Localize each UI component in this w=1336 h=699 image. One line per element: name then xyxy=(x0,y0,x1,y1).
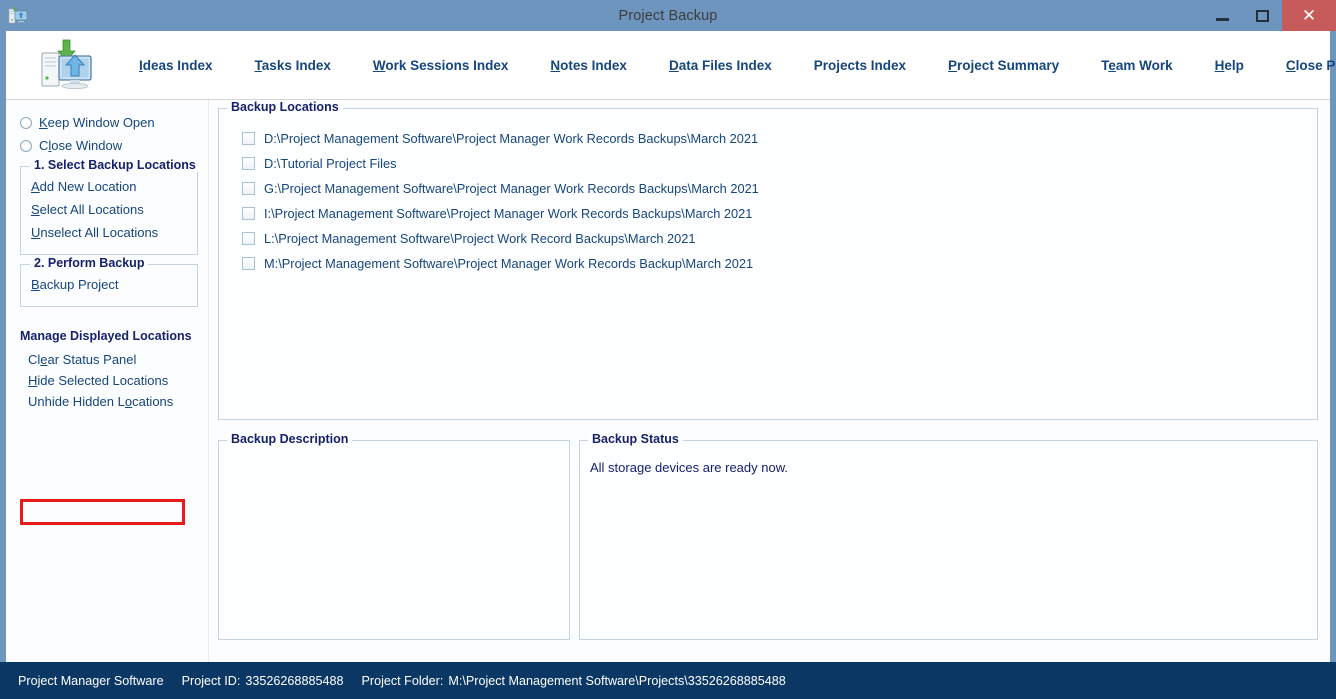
checkbox-icon[interactable] xyxy=(242,157,255,170)
radio-label: Keep Window Open xyxy=(39,115,155,130)
panel-top-border xyxy=(580,440,1317,441)
backup-description-value xyxy=(219,456,569,460)
main-menu: Ideas Index Tasks Index Work Sessions In… xyxy=(118,52,1336,79)
link-backup-project[interactable]: Backup Project xyxy=(21,273,197,296)
content-area: Backup Locations D:\Project Management S… xyxy=(209,100,1330,662)
location-path: G:\Project Management Software\Project M… xyxy=(264,181,759,196)
menu-item-notes-index[interactable]: Notes Index xyxy=(529,52,648,79)
menu-item-project-summary[interactable]: Project Summary xyxy=(927,52,1080,79)
manage-locations-heading: Manage Displayed Locations xyxy=(20,329,192,343)
link-clear-status-panel[interactable]: Clear Status Panel xyxy=(6,349,208,370)
group-title: 1. Select Backup Locations xyxy=(30,158,200,172)
title-bar: Project Backup ✕ xyxy=(0,0,1336,31)
body-area: Keep Window Open Close Window 1. Select … xyxy=(6,100,1330,662)
location-path: L:\Project Management Software\Project W… xyxy=(264,231,696,246)
link-unselect-all-locations[interactable]: Unselect All Locations xyxy=(21,221,197,244)
radio-keep-window-open[interactable]: Keep Window Open xyxy=(6,111,208,134)
radio-button-icon xyxy=(20,116,32,129)
menu-item-ideas-index[interactable]: Ideas Index xyxy=(118,52,234,79)
radio-button-icon xyxy=(20,139,32,152)
menu-item-tasks-index[interactable]: Tasks Index xyxy=(234,52,352,79)
status-app-name: Project Manager Software xyxy=(18,673,164,688)
link-add-new-location[interactable]: Add New Location xyxy=(21,175,197,198)
menu-item-data-files-index[interactable]: Data Files Index xyxy=(648,52,793,79)
status-project-folder: Project Folder: M:\Project Management Sof… xyxy=(361,674,785,688)
panel-top-border xyxy=(219,108,1317,109)
location-row[interactable]: D:\Project Management Software\Project M… xyxy=(219,126,1317,151)
link-unhide-hidden-locations[interactable]: Unhide Hidden Locations xyxy=(6,391,208,412)
panel-title: Backup Locations xyxy=(227,100,343,114)
checkbox-icon[interactable] xyxy=(242,257,255,270)
toolbar: Ideas Index Tasks Index Work Sessions In… xyxy=(6,31,1336,100)
status-project-folder-value: M:\Project Management Software\Projects\… xyxy=(448,673,786,688)
application-window: Project Backup ✕ Ideas Index Tasks Index… xyxy=(0,0,1336,699)
panel-title: Backup Description xyxy=(227,432,353,446)
status-bar: Project Manager Software Project ID: 3352… xyxy=(0,662,1336,699)
bottom-panels: Backup Description Backup Status All sto… xyxy=(215,432,1318,640)
highlight-annotation-box xyxy=(20,499,185,525)
status-project-id-value: 33526268885488 xyxy=(245,673,344,688)
panel-backup-status: Backup Status All storage devices are re… xyxy=(579,432,1318,640)
panel-backup-description[interactable]: Backup Description xyxy=(218,432,570,640)
checkbox-icon[interactable] xyxy=(242,232,255,245)
menu-item-projects-index[interactable]: Projects Index xyxy=(793,52,927,79)
client-area: Ideas Index Tasks Index Work Sessions In… xyxy=(6,31,1336,662)
backup-computer-large-icon xyxy=(38,39,94,91)
status-project-folder-label: Project Folder: xyxy=(361,673,444,688)
menu-item-team-work[interactable]: Team Work xyxy=(1080,52,1194,79)
group-perform-backup: 2. Perform Backup Backup Project xyxy=(20,256,198,307)
location-path: D:\Project Management Software\Project M… xyxy=(264,131,759,146)
menu-item-close-program[interactable]: Close Program xyxy=(1265,52,1336,79)
location-path: M:\Project Management Software\Project M… xyxy=(264,256,754,271)
group-select-backup-locations: 1. Select Backup Locations Add New Locat… xyxy=(20,158,200,255)
backup-status-message: All storage devices are ready now. xyxy=(590,460,788,475)
panel-backup-locations: Backup Locations D:\Project Management S… xyxy=(218,100,1318,420)
radio-close-window[interactable]: Close Window xyxy=(6,134,208,157)
location-path: D:\Tutorial Project Files xyxy=(264,156,397,171)
group-title: 2. Perform Backup xyxy=(30,256,149,270)
location-row[interactable]: G:\Project Management Software\Project M… xyxy=(219,176,1317,201)
window-title: Project Backup xyxy=(618,7,718,24)
panel-title: Backup Status xyxy=(588,432,683,446)
location-row[interactable]: M:\Project Management Software\Project M… xyxy=(219,251,1317,276)
menu-item-work-sessions-index[interactable]: Work Sessions Index xyxy=(352,52,530,79)
location-row[interactable]: I:\Project Management Software\Project M… xyxy=(219,201,1317,226)
location-row[interactable]: D:\Tutorial Project Files xyxy=(219,151,1317,176)
checkbox-icon[interactable] xyxy=(242,207,255,220)
location-row[interactable]: L:\Project Management Software\Project W… xyxy=(219,226,1317,251)
link-hide-selected-locations[interactable]: Hide Selected Locations xyxy=(6,370,208,391)
menu-item-help[interactable]: Help xyxy=(1194,52,1265,79)
sidebar: Keep Window Open Close Window 1. Select … xyxy=(6,100,209,662)
status-project-id-label: Project ID: xyxy=(181,673,241,688)
radio-label: Close Window xyxy=(39,138,123,153)
location-path: I:\Project Management Software\Project M… xyxy=(264,206,753,221)
checkbox-icon[interactable] xyxy=(242,132,255,145)
link-select-all-locations[interactable]: Select All Locations xyxy=(21,198,197,221)
status-project-id: Project ID: 33526268885488 xyxy=(182,674,344,688)
checkbox-icon[interactable] xyxy=(242,182,255,195)
